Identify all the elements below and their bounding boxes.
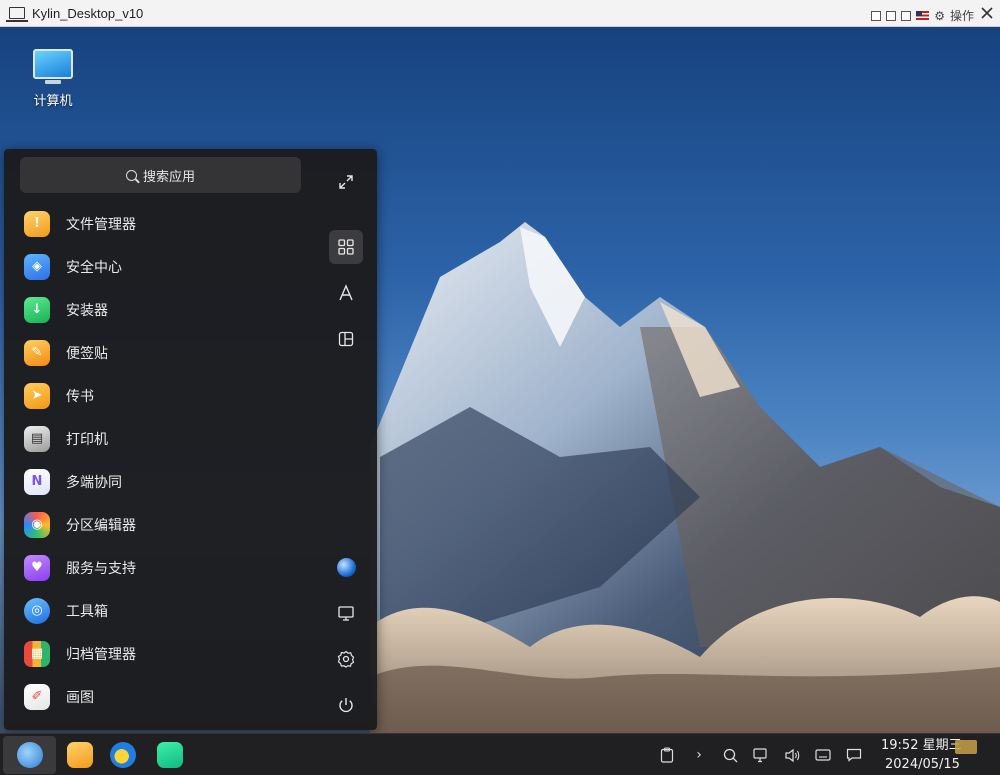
messenger-icon: ➤ — [24, 382, 50, 409]
app-item-partition-editor[interactable]: ◉ 分区编辑器 — [20, 503, 310, 546]
installer-icon: ↓ — [24, 296, 50, 323]
notification-icon[interactable] — [844, 742, 864, 768]
computer-icon[interactable] — [329, 596, 363, 630]
archive-manager-icon: ▦ — [24, 640, 50, 667]
file-manager-icon: ! — [24, 210, 50, 237]
volume-icon[interactable] — [782, 742, 802, 768]
vm-monitor-icon — [6, 7, 28, 22]
app-label: 归档管理器 — [66, 646, 136, 663]
partition-editor-icon: ◉ — [24, 511, 50, 538]
app-item-installer[interactable]: ↓ 安装器 — [20, 288, 310, 331]
vm-window-titlebar: Kylin_Desktop_v10 ⚙ 操作 — [0, 0, 1000, 27]
computer-icon — [33, 49, 73, 79]
app-item-sticky-notes[interactable]: ✎ 便签贴 — [20, 331, 310, 374]
app-label: 多端协同 — [66, 474, 122, 491]
user-avatar-icon[interactable] — [329, 550, 363, 584]
app-label: 安装器 — [66, 302, 108, 319]
app-item-messenger[interactable]: ➤ 传书 — [20, 374, 310, 417]
keyboard-icon[interactable] — [813, 742, 833, 768]
vm-controls: ⚙ 操作 — [871, 7, 974, 24]
window-title: Kylin_Desktop_v10 — [32, 5, 144, 21]
clock[interactable]: 19:52 星期三 2024/05/15 — [881, 736, 962, 774]
vm-minimize-icon[interactable] — [871, 10, 882, 21]
paint-icon: ✐ — [24, 683, 50, 710]
vm-restore-icon[interactable] — [886, 10, 897, 21]
taskbar-file-manager-icon[interactable] — [67, 742, 93, 768]
app-label: 分区编辑器 — [66, 517, 136, 534]
chevron-right-icon[interactable]: › — [689, 742, 709, 768]
app-item-multi-device[interactable]: N 多端协同 — [20, 460, 310, 503]
clipboard-icon[interactable] — [657, 742, 677, 768]
gear-icon[interactable]: ⚙ — [934, 9, 945, 23]
expand-icon[interactable] — [329, 165, 363, 199]
app-label: 画图 — [66, 689, 94, 706]
ops-menu-button[interactable]: 操作 — [950, 7, 974, 24]
search-icon[interactable] — [720, 742, 740, 768]
taskbar-browser-icon[interactable] — [110, 742, 136, 768]
multi-device-icon: N — [24, 468, 50, 495]
sticky-notes-icon: ✎ — [24, 339, 50, 366]
start-menu-button[interactable] — [3, 736, 56, 774]
vm-fullscreen-icon[interactable] — [901, 10, 912, 21]
app-label: 打印机 — [66, 431, 108, 448]
app-label: 安全中心 — [66, 259, 122, 276]
category-icon[interactable] — [329, 322, 363, 356]
app-label: 服务与支持 — [66, 560, 136, 577]
app-item-paint[interactable]: ✐ 画图 — [20, 675, 310, 718]
network-icon[interactable] — [751, 742, 771, 768]
toolbox-icon: ◎ — [24, 597, 50, 624]
taskbar: › 19:52 星期三 2024/05/15 — [0, 733, 1000, 775]
taskbar-app-store-icon[interactable] — [157, 742, 183, 768]
clock-date: 2024/05/15 — [885, 757, 960, 772]
monitor-stand — [45, 80, 61, 84]
app-label: 文件管理器 — [66, 216, 136, 233]
desktop-icon-computer[interactable]: 计算机 — [25, 49, 81, 109]
start-menu-sidebar — [329, 149, 377, 730]
app-item-file-manager[interactable]: ! 文件管理器 — [20, 202, 310, 245]
search-input[interactable]: 搜索应用 — [20, 157, 301, 193]
app-label: 便签贴 — [66, 345, 108, 362]
clock-time: 19:52 星期三 — [881, 738, 962, 753]
app-label: 工具箱 — [66, 603, 108, 620]
search-placeholder: 搜索应用 — [142, 169, 195, 185]
security-center-icon: ◈ — [24, 253, 50, 280]
printer-icon: ▤ — [24, 425, 50, 452]
app-label: 传书 — [66, 388, 94, 405]
letter-sort-icon[interactable] — [329, 276, 363, 310]
close-icon[interactable] — [980, 6, 994, 20]
desktop-icon-label: 计算机 — [33, 94, 73, 109]
search-icon — [125, 169, 137, 181]
app-item-printer[interactable]: ▤ 打印机 — [20, 417, 310, 460]
kylin-logo-icon — [16, 742, 43, 768]
keyboard-layout-flag-icon[interactable] — [916, 11, 930, 20]
settings-icon[interactable] — [329, 642, 363, 676]
app-item-toolbox[interactable]: ◎ 工具箱 — [20, 589, 310, 632]
app-item-service-support[interactable]: ♥ 服务与支持 — [20, 546, 310, 589]
app-item-security-center[interactable]: ◈ 安全中心 — [20, 245, 310, 288]
power-icon[interactable] — [329, 688, 363, 722]
all-apps-icon[interactable] — [329, 230, 363, 264]
app-list: ! 文件管理器 ◈ 安全中心 ↓ 安装器 ✎ 便签贴 ➤ 传书 ▤ 打印机 N … — [20, 202, 310, 718]
service-support-icon: ♥ — [24, 554, 50, 581]
app-item-archive-manager[interactable]: ▦ 归档管理器 — [20, 632, 310, 675]
start-menu: 搜索应用 ! 文件管理器 ◈ 安全中心 ↓ 安装器 ✎ 便签贴 ➤ 传书 ▤ 打… — [4, 149, 377, 730]
watermark-logo — [955, 740, 977, 754]
